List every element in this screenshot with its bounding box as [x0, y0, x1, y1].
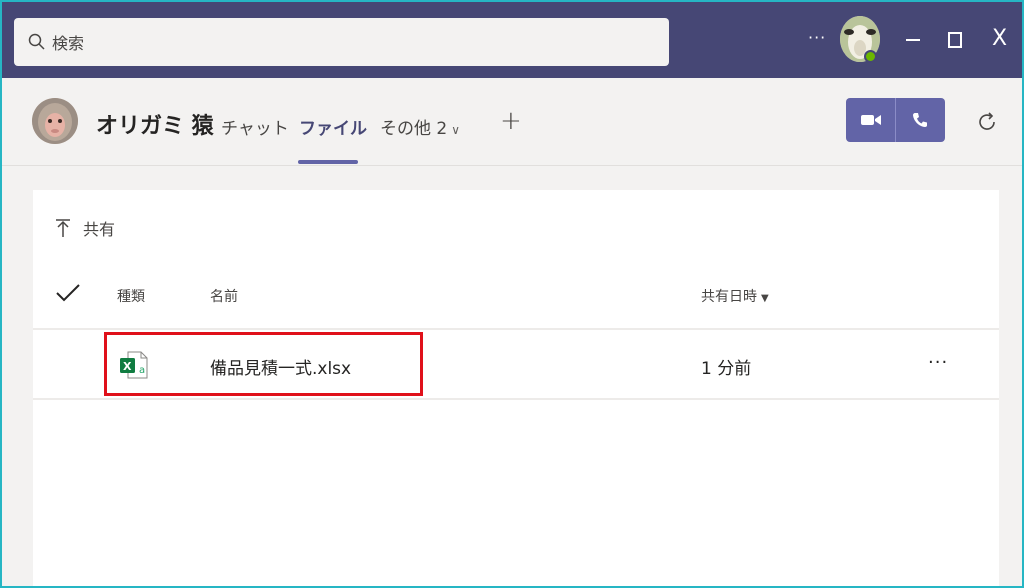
add-tab-button[interactable]: +	[500, 106, 522, 136]
teams-window: 検索 ··· X オリガミ 猿 チャット ファイル その他 2 ∨ + 共有 種…	[0, 0, 1024, 588]
audio-call-button[interactable]	[895, 98, 944, 142]
breadcrumb-label: 共有	[83, 220, 116, 239]
more-options-button[interactable]: ···	[808, 28, 826, 47]
tab-chat[interactable]: チャット	[221, 114, 289, 139]
contact-avatar[interactable]	[32, 98, 78, 144]
arrow-up-icon	[56, 219, 70, 237]
chat-header: オリガミ 猿 チャット ファイル その他 2 ∨ +	[2, 78, 1022, 166]
refresh-icon[interactable]	[975, 110, 999, 134]
maximize-button[interactable]	[948, 32, 962, 48]
phone-icon	[913, 113, 927, 127]
search-icon	[28, 33, 45, 50]
svg-text:a: a	[139, 365, 145, 376]
active-tab-indicator	[298, 160, 358, 164]
column-header-type[interactable]: 種類	[117, 286, 145, 306]
column-header-shared-time[interactable]: 共有日時 ▼	[701, 286, 769, 306]
select-all-checkmark-icon[interactable]	[55, 282, 81, 304]
file-shared-time: 1 分前	[701, 359, 752, 379]
sort-descending-icon: ▼	[761, 293, 769, 304]
breadcrumb[interactable]: 共有	[55, 216, 115, 240]
minimize-button[interactable]	[906, 39, 920, 41]
excel-file-icon: a X	[120, 351, 148, 379]
title-bar: 検索 ··· X	[2, 2, 1022, 78]
chat-title: オリガミ 猿	[96, 114, 214, 139]
search-placeholder: 検索	[52, 34, 85, 53]
file-name[interactable]: 備品見積一式.xlsx	[210, 354, 351, 379]
file-more-options-button[interactable]: ···	[928, 352, 948, 373]
column-header-name[interactable]: 名前	[210, 286, 238, 306]
status-available-icon	[864, 50, 877, 63]
call-buttons	[846, 98, 945, 142]
video-camera-icon	[860, 115, 881, 125]
tab-more[interactable]: その他 2 ∨	[380, 114, 460, 139]
tab-files[interactable]: ファイル	[299, 114, 367, 139]
svg-text:X: X	[123, 360, 132, 373]
file-row[interactable]: a X 備品見積一式.xlsx 1 分前 ···	[33, 330, 999, 398]
column-header-shared-time-label: 共有日時	[701, 289, 757, 305]
row-divider	[33, 398, 999, 400]
close-button[interactable]: X	[992, 28, 1007, 50]
chevron-down-icon: ∨	[451, 123, 461, 137]
tab-more-label: その他 2	[380, 119, 448, 139]
files-panel: 共有 種類 名前 共有日時 ▼ a X 備品見積一式.xlsx 1 分前 ···	[33, 190, 999, 586]
video-call-button[interactable]	[846, 98, 895, 142]
search-box[interactable]: 検索	[14, 18, 669, 66]
